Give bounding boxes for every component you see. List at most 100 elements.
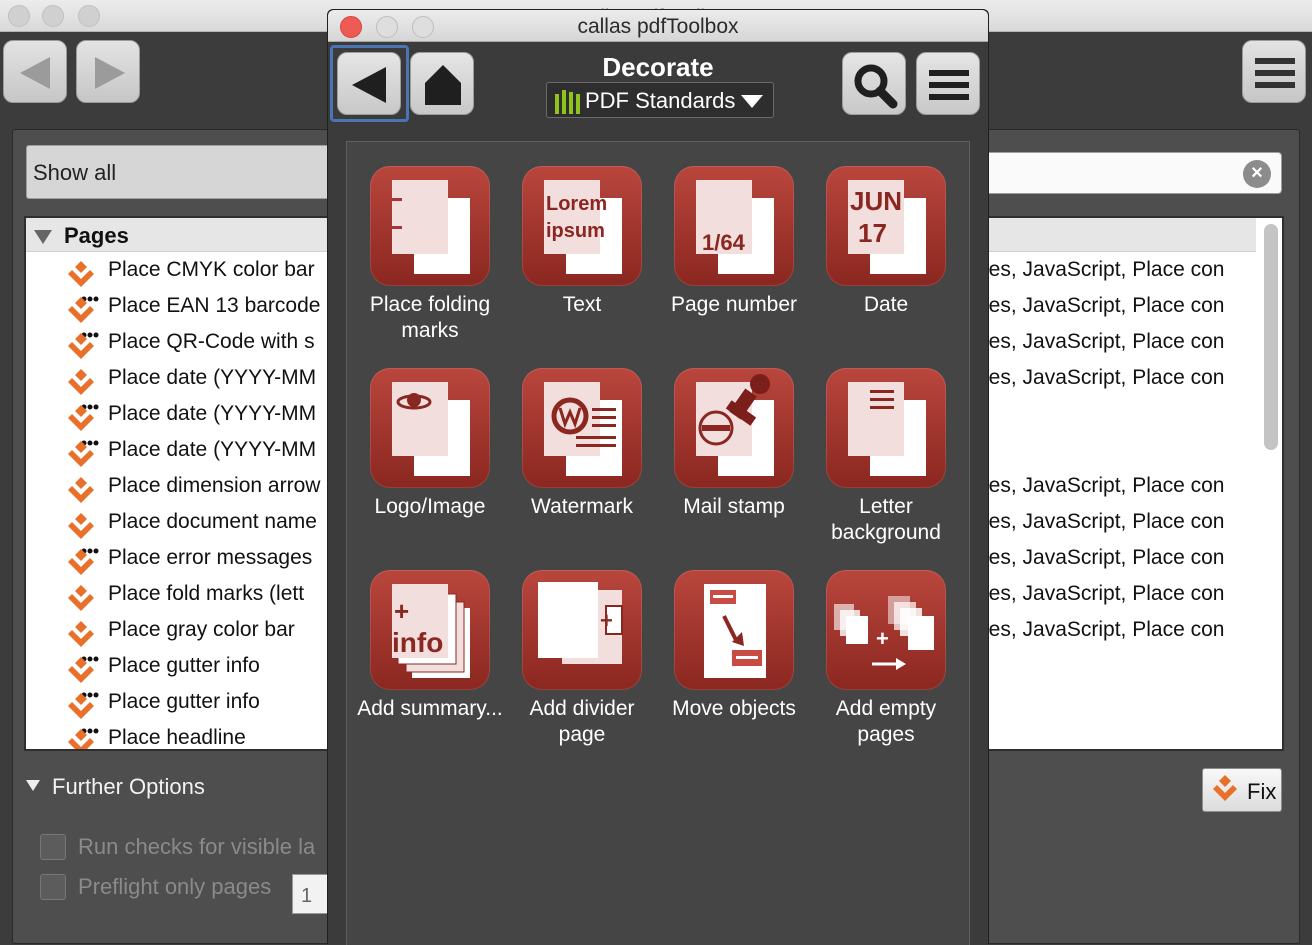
fix-button-label: Fix	[1247, 779, 1277, 804]
fix-button[interactable]: Fix	[1202, 768, 1282, 812]
list-item-name: Place date (YYYY-MM	[108, 438, 317, 461]
list-item-name: Place dimension arrow	[108, 474, 321, 497]
tile-add-summary[interactable]: + info Add summary...	[355, 570, 505, 722]
svg-text:+: +	[876, 626, 889, 651]
fixup-icon	[1213, 775, 1237, 801]
tile-logo-image[interactable]: Logo/Image	[355, 368, 505, 520]
date-glyph: JUN	[850, 186, 902, 216]
tile-label: Letter background	[831, 495, 941, 544]
list-item-name: Place EAN 13 barcode	[108, 294, 321, 317]
watermark-icon	[522, 368, 642, 488]
tile-text[interactable]: Lorem ipsum Text	[507, 166, 657, 318]
tile-add-divider-page[interactable]: + Add divider page	[507, 570, 657, 748]
list-item-name: Place gutter info	[108, 654, 260, 677]
tile-add-empty-pages[interactable]: + Add empty pages	[811, 570, 961, 748]
variable-fixup-icon	[68, 548, 99, 575]
list-item-description: les, JavaScript, Place con	[984, 258, 1225, 281]
folding-marks-icon	[370, 166, 490, 286]
tile-date[interactable]: JUN 17 Date	[811, 166, 961, 318]
list-item-name: Place fold marks (lett	[108, 582, 305, 605]
action-grid: Place folding marks Lorem ipsum Text 1/6…	[346, 141, 970, 945]
variable-fixup-icon	[68, 692, 99, 719]
visible-layers-label: Run checks for visible la	[78, 834, 316, 859]
library-bars-icon	[555, 90, 580, 114]
list-item-description: les, JavaScript, Place con	[984, 582, 1225, 605]
variable-fixup-icon	[68, 656, 99, 683]
disclosure-triangle-icon[interactable]	[26, 780, 40, 791]
list-scrollbar[interactable]	[1264, 224, 1278, 450]
text-glyph: ipsum	[546, 220, 605, 242]
arrow-left-icon	[20, 57, 50, 89]
list-item-description: les, JavaScript, Place con	[984, 366, 1225, 389]
fixup-icon	[68, 369, 94, 395]
list-item-name: Place gutter info	[108, 690, 260, 713]
list-item-name: Place gray color bar	[108, 618, 295, 641]
tile-letter-background[interactable]: Letter background	[811, 368, 961, 546]
list-item-name: Place QR-Code with s	[108, 330, 315, 353]
section-title: Decorate	[602, 52, 714, 82]
search-input[interactable]: ×	[970, 152, 1282, 194]
dropdown-arrow-icon	[741, 95, 763, 108]
filter-dropdown[interactable]: Show all	[26, 145, 346, 199]
list-item-description: les, JavaScript, Place con	[984, 474, 1225, 497]
summary-glyph: info	[392, 627, 443, 658]
further-options-toggle[interactable]: Further Options	[26, 774, 205, 800]
list-item-description: les, JavaScript, Place con	[984, 294, 1225, 317]
tile-label: Watermark	[531, 495, 633, 518]
preflight-pages-checkbox[interactable]	[40, 874, 66, 900]
tile-watermark[interactable]: Watermark	[507, 368, 657, 520]
list-item-description: les, JavaScript, Place con	[984, 546, 1225, 569]
tile-label: Add divider page	[529, 697, 635, 746]
search-icon	[854, 64, 898, 109]
palette-titlebar[interactable]: callas pdfToolbox	[328, 10, 988, 42]
tile-label: Place folding marks	[369, 293, 491, 342]
preflight-pages-checkbox-row[interactable]: Preflight only pages	[40, 874, 271, 900]
page-number-icon: 1/64	[674, 166, 794, 286]
list-item-name: Place error messages	[108, 546, 313, 569]
filter-dropdown-label: Show all	[33, 160, 117, 185]
list-item-description: les, JavaScript, Place con	[984, 330, 1225, 353]
variable-fixup-icon	[68, 404, 99, 431]
palette-home-button[interactable]	[410, 52, 474, 115]
tile-place-folding-marks[interactable]: Place folding marks	[355, 166, 505, 344]
tile-label: Page number	[670, 293, 798, 316]
tile-label: Date	[863, 293, 909, 316]
palette-search-button[interactable]	[842, 52, 906, 115]
visible-layers-checkbox-row[interactable]: Run checks for visible la	[40, 834, 315, 860]
page-number-glyph: 1/64	[702, 230, 746, 255]
variable-fixup-icon	[68, 728, 99, 749]
main-forward-button[interactable]	[76, 40, 140, 103]
list-group-label: Pages	[64, 223, 129, 248]
text-glyph: Lorem	[546, 193, 607, 215]
variable-fixup-icon	[68, 440, 99, 467]
palette-menu-button[interactable]	[916, 52, 980, 115]
page-from-input[interactable]: 1	[292, 874, 332, 914]
list-item-name: Place CMYK color bar	[108, 258, 315, 281]
library-dropdown[interactable]: PDF Standards	[546, 82, 774, 118]
main-back-button[interactable]	[3, 40, 67, 103]
text-icon: Lorem ipsum	[522, 166, 642, 286]
fixup-icon	[68, 477, 94, 503]
palette-back-button[interactable]	[337, 52, 401, 115]
date-glyph: 17	[858, 218, 887, 248]
clear-search-icon[interactable]: ×	[1243, 160, 1271, 188]
tile-label: Text	[562, 293, 602, 316]
tile-label: Logo/Image	[374, 495, 486, 518]
tile-mail-stamp[interactable]: Mail stamp	[659, 368, 809, 520]
disclosure-triangle-icon[interactable]	[34, 230, 52, 244]
visible-layers-checkbox[interactable]	[40, 834, 66, 860]
tile-page-number[interactable]: 1/64 Page number	[659, 166, 809, 318]
add-empty-pages-icon: +	[826, 570, 946, 690]
switchboard-palette: callas pdfToolbox Decorate PDF Standards	[327, 9, 989, 945]
fixup-icon	[68, 621, 94, 647]
fixup-icon	[68, 261, 94, 287]
variable-fixup-icon	[68, 296, 99, 323]
list-item-description: les, JavaScript, Place con	[984, 510, 1225, 533]
home-icon	[425, 65, 461, 105]
variable-fixup-icon	[68, 332, 99, 359]
list-item-name: Place headline	[108, 726, 246, 749]
main-menu-button[interactable]	[1242, 40, 1306, 103]
date-icon: JUN 17	[826, 166, 946, 286]
tile-move-objects[interactable]: Move objects	[659, 570, 809, 722]
tile-label: Move objects	[672, 697, 796, 720]
